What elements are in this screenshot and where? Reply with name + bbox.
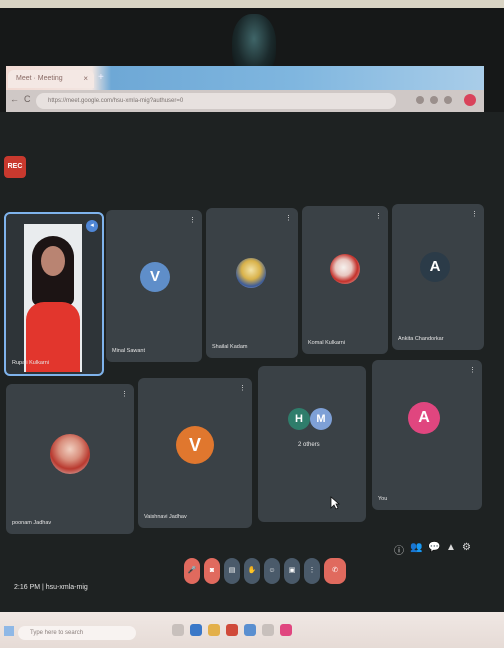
present-button[interactable]: ▣: [284, 558, 300, 584]
more-options-icon[interactable]: ⋮: [471, 210, 478, 218]
participant-tile[interactable]: ⋮ V Minal Sawant: [106, 210, 202, 362]
participant-avatar: V: [176, 426, 214, 464]
participant-photo: [330, 254, 360, 284]
more-options-icon[interactable]: ⋮: [189, 216, 196, 224]
url-field[interactable]: https://meet.google.com/hsu-xmla-mig?aut…: [36, 93, 396, 109]
participant-tile-you[interactable]: ⋮ A You: [372, 360, 482, 510]
more-options-icon[interactable]: ⋮: [469, 366, 476, 374]
participant-tile[interactable]: ⋮ poonam Jadhav: [6, 384, 134, 534]
participant-avatar: M: [310, 408, 332, 430]
captions-button[interactable]: ▤: [224, 558, 240, 584]
browser-address-bar: ← C https://meet.google.com/hsu-xmla-mig…: [6, 90, 484, 112]
meeting-time-and-code: 2:16 PM | hsu-xmla-mig: [14, 584, 88, 591]
more-options-icon[interactable]: ⋮: [239, 384, 246, 392]
meet-call-area: REC ◂ Rupali Kulkarni ⋮ V Minal Sawant ⋮…: [0, 112, 504, 612]
browser-tab[interactable]: Meet · Meeting ×: [8, 70, 94, 88]
participant-photo: [50, 434, 90, 474]
participant-tile[interactable]: ⋮ Komal Kulkarni: [302, 206, 388, 354]
app-icon[interactable]: [280, 624, 292, 636]
bookmark-icon[interactable]: [430, 96, 438, 104]
reload-icon[interactable]: C: [24, 94, 31, 104]
task-view-icon[interactable]: [172, 624, 184, 636]
others-count: 2 others: [298, 442, 320, 448]
pin-icon[interactable]: ◂: [86, 220, 98, 232]
monitor-photo: Meet · Meeting × + ← C https://meet.goog…: [0, 8, 504, 648]
extension-icon[interactable]: [416, 96, 424, 104]
participant-photo: [236, 258, 266, 288]
participant-avatar: A: [420, 252, 450, 282]
tab-title: Meet · Meeting: [16, 75, 63, 82]
recording-badge: REC: [4, 156, 26, 178]
new-tab-icon[interactable]: +: [98, 72, 104, 83]
camera-button[interactable]: ◙: [204, 558, 220, 584]
participant-name: Rupali Kulkarni: [12, 360, 49, 366]
participant-name: poonam Jadhav: [12, 520, 52, 526]
edge-icon[interactable]: [190, 624, 202, 636]
file-explorer-icon[interactable]: [208, 624, 220, 636]
people-icon[interactable]: 👥: [410, 542, 422, 553]
participant-tile-self[interactable]: ◂ Rupali Kulkarni: [4, 212, 104, 376]
participant-avatar: H: [288, 408, 310, 430]
participant-video: [24, 224, 82, 372]
chrome-icon[interactable]: [226, 624, 238, 636]
chat-icon[interactable]: 💬: [428, 542, 440, 553]
participant-tile[interactable]: ⋮ A Ankita Chandorkar: [392, 204, 484, 350]
windows-taskbar: Type here to search: [0, 612, 504, 648]
more-options-button[interactable]: ⋮: [304, 558, 320, 584]
participant-tile-others[interactable]: H M 2 others: [258, 366, 366, 522]
browser-tab-bar: Meet · Meeting × +: [6, 66, 484, 90]
participant-name: Ankita Chandorkar: [398, 336, 444, 342]
participant-avatar: A: [408, 402, 440, 434]
activities-icon[interactable]: ▲: [446, 542, 456, 553]
more-options-icon[interactable]: ⋮: [285, 214, 292, 222]
reactions-button[interactable]: ☺: [264, 558, 280, 584]
participant-name: Vaishnavi Jadhav: [144, 514, 187, 520]
taskbar-search-input[interactable]: Type here to search: [18, 626, 136, 640]
windows-start-icon[interactable]: [4, 626, 14, 636]
app-icon[interactable]: [262, 624, 274, 636]
host-controls-icon[interactable]: ⚙: [462, 542, 471, 553]
participant-name: Minal Sawant: [112, 348, 146, 354]
microphone-button[interactable]: 🎤: [184, 558, 200, 584]
back-icon[interactable]: ←: [10, 94, 19, 104]
participant-name: You: [378, 496, 388, 502]
tab-close-icon[interactable]: ×: [83, 70, 88, 88]
more-options-icon[interactable]: ⋮: [375, 212, 382, 220]
more-options-icon[interactable]: ⋮: [121, 390, 128, 398]
participant-name: Komal Kulkarni: [308, 340, 345, 346]
extensions-puzzle-icon[interactable]: [444, 96, 452, 104]
info-icon[interactable]: ⓘ: [394, 542, 404, 557]
profile-avatar[interactable]: [464, 94, 476, 106]
participant-tile[interactable]: ⋮ V Vaishnavi Jadhav: [138, 378, 252, 528]
participant-tile[interactable]: ⋮ Shailal Kadam: [206, 208, 298, 358]
participant-avatar: V: [140, 262, 170, 292]
mouse-cursor-icon: [330, 496, 340, 510]
participant-name: Shailal Kadam: [212, 344, 248, 350]
store-icon[interactable]: [244, 624, 256, 636]
raise-hand-button[interactable]: ✋: [244, 558, 260, 584]
person-face: [41, 246, 65, 276]
leave-call-button[interactable]: ✆: [324, 558, 346, 584]
